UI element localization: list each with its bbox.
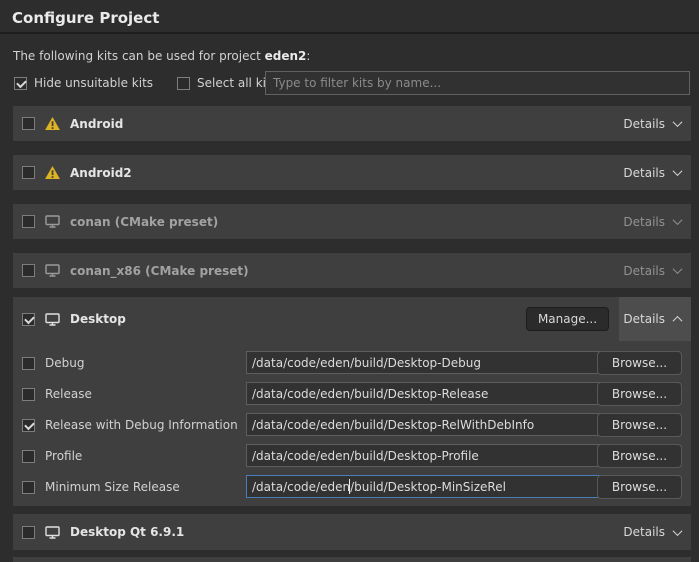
details-label: Details <box>623 264 665 278</box>
details-button[interactable]: Details <box>623 155 681 190</box>
kit-row-desktop-qt[interactable]: Desktop Qt 6.9.1 Details <box>13 514 691 550</box>
build-config-checkbox[interactable] <box>22 357 35 370</box>
details-label: Details <box>623 525 665 539</box>
kit-row-desktop[interactable]: Desktop Manage... Details Debug Browse..… <box>13 297 691 506</box>
chevron-down-icon <box>673 215 683 225</box>
build-config-label: Release <box>45 387 92 401</box>
warning-icon <box>45 117 60 130</box>
chevron-down-icon <box>673 166 683 176</box>
intro-prefix: The following kits can be used for proje… <box>13 49 265 63</box>
build-config-label: Release with Debug Information <box>45 418 238 432</box>
build-config-checkbox[interactable] <box>22 450 35 463</box>
build-config-row-release: Release Browse... <box>22 382 682 406</box>
hide-unsuitable-label: Hide unsuitable kits <box>34 76 153 90</box>
kit-checkbox[interactable] <box>22 526 35 539</box>
details-button[interactable]: Details <box>623 297 681 341</box>
details-label: Details <box>623 312 665 326</box>
intro-text: The following kits can be used for proje… <box>13 49 310 63</box>
manage-button[interactable]: Manage... <box>526 307 609 331</box>
project-name: eden2 <box>265 49 307 63</box>
details-label: Details <box>623 166 665 180</box>
configure-project-page: Configure Project The following kits can… <box>0 0 699 562</box>
kit-name: Desktop <box>70 312 126 326</box>
browse-button[interactable]: Browse... <box>597 444 682 468</box>
kit-filter-toolbar: Hide unsuitable kits Select all kits <box>14 75 277 91</box>
text-cursor <box>349 479 350 494</box>
kit-row-android[interactable]: Android Details <box>13 106 691 141</box>
kit-checkbox[interactable] <box>22 264 35 277</box>
title-separator <box>0 32 699 34</box>
chevron-down-icon <box>673 264 683 274</box>
details-button[interactable]: Details <box>623 514 681 550</box>
build-config-label: Minimum Size Release <box>45 480 180 494</box>
kit-header: conan (CMake preset) <box>13 204 691 239</box>
build-config-checkbox[interactable] <box>22 388 35 401</box>
hide-unsuitable-checkbox[interactable] <box>14 77 27 90</box>
build-dir-input[interactable] <box>246 382 609 405</box>
kit-row-conan-x86[interactable]: conan_x86 (CMake preset) Details <box>13 253 691 288</box>
next-kit-row-partial <box>13 557 691 562</box>
select-all-checkbox[interactable] <box>177 77 190 90</box>
kit-name: Android <box>70 117 123 131</box>
build-config-row-debug: Debug Browse... <box>22 351 682 375</box>
build-config-checkbox[interactable] <box>22 419 35 432</box>
kit-row-android2[interactable]: Android2 Details <box>13 155 691 190</box>
browse-button[interactable]: Browse... <box>597 351 682 375</box>
build-config-row-relwithdebinfo: Release with Debug Information Browse... <box>22 413 682 437</box>
desktop-icon <box>45 264 60 277</box>
build-dir-input[interactable] <box>246 444 609 467</box>
select-all-kits-option[interactable]: Select all kits <box>177 76 277 90</box>
kit-name: conan (CMake preset) <box>70 215 218 229</box>
chevron-down-icon <box>673 526 683 536</box>
details-button[interactable]: Details <box>623 106 681 141</box>
kit-row-conan[interactable]: conan (CMake preset) Details <box>13 204 691 239</box>
hide-unsuitable-kits-option[interactable]: Hide unsuitable kits <box>14 76 153 90</box>
browse-button[interactable]: Browse... <box>597 413 682 437</box>
intro-suffix: : <box>306 49 310 63</box>
kit-checkbox[interactable] <box>22 166 35 179</box>
browse-button[interactable]: Browse... <box>597 382 682 406</box>
details-button[interactable]: Details <box>623 253 681 288</box>
kit-checkbox[interactable] <box>22 313 35 326</box>
build-config-row-minsizerel: Minimum Size Release Browse... <box>22 475 682 499</box>
filter-kits-input[interactable] <box>265 71 690 95</box>
build-dir-input[interactable] <box>246 351 609 374</box>
kit-name: conan_x86 (CMake preset) <box>70 264 249 278</box>
chevron-up-icon <box>673 315 683 325</box>
details-label: Details <box>623 215 665 229</box>
desktop-icon <box>45 526 60 539</box>
kit-header: Android <box>13 106 691 141</box>
build-config-label: Debug <box>45 356 84 370</box>
kit-name: Desktop Qt 6.9.1 <box>70 525 184 539</box>
desktop-icon <box>45 215 60 228</box>
page-title: Configure Project <box>12 9 159 27</box>
chevron-down-icon <box>673 117 683 127</box>
kit-checkbox[interactable] <box>22 117 35 130</box>
kit-checkbox[interactable] <box>22 215 35 228</box>
desktop-icon <box>45 313 60 326</box>
build-config-row-profile: Profile Browse... <box>22 444 682 468</box>
browse-button[interactable]: Browse... <box>597 475 682 499</box>
kit-name: Android2 <box>70 166 132 180</box>
build-config-label: Profile <box>45 449 82 463</box>
kit-header: Desktop Qt 6.9.1 <box>13 514 691 550</box>
build-dir-input-focused[interactable] <box>246 475 609 498</box>
kit-header: conan_x86 (CMake preset) <box>13 253 691 288</box>
build-config-checkbox[interactable] <box>22 481 35 494</box>
build-dir-input[interactable] <box>246 413 609 436</box>
warning-icon <box>45 166 60 179</box>
details-label: Details <box>623 117 665 131</box>
kit-header: Android2 <box>13 155 691 190</box>
details-button[interactable]: Details <box>623 204 681 239</box>
